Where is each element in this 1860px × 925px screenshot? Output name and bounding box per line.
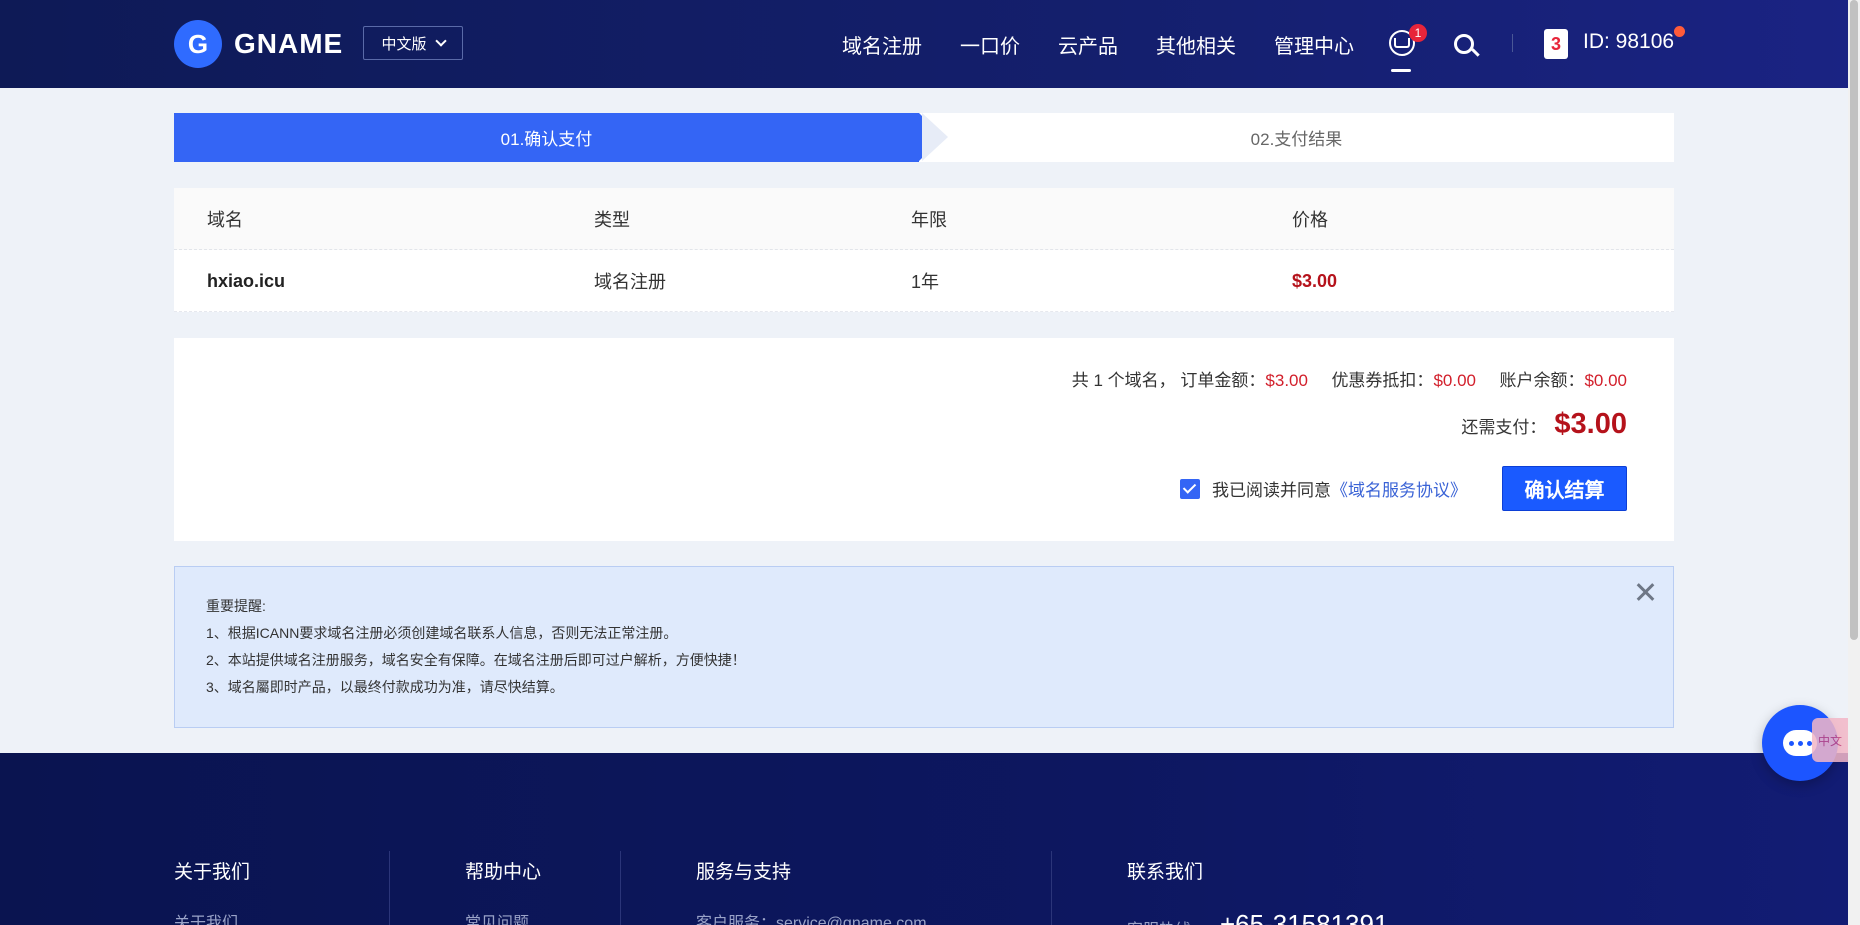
service-agreement-link[interactable]: 《域名服务协议》 [1331, 476, 1467, 501]
col-years: 年限 [911, 210, 947, 230]
notice-title: 重要提醒: [206, 598, 266, 614]
notice-line-2: 2、本站提供域名注册服务，域名安全有保障。在域名注册后即可过户解析，方便快捷！ [206, 652, 746, 668]
order-table: 域名 类型 年限 价格 hxiao.icu 域名注册 1年 $3.00 [174, 188, 1674, 312]
logo-text: GNAME [234, 28, 344, 59]
notice-line-1: 1、根据ICANN要求域名注册必须创建域名联系人信息，否则无法正常注册。 [206, 625, 678, 641]
amount-due: 还需支付： $3.00 [1461, 408, 1627, 441]
top-header: G GNAME 中文版 域名注册 一口价 云产品 其他相关 管理中心 1 3 I… [0, 0, 1848, 88]
footer-divider [620, 851, 621, 925]
price-cell: $3.00 [1292, 270, 1338, 291]
chevron-down-icon [434, 35, 447, 47]
col-price: 价格 [1292, 210, 1328, 230]
amount-due-label: 还需支付： [1461, 418, 1547, 437]
footer-faq-link[interactable]: 常见问题 [465, 909, 529, 925]
footer-support-title: 服务与支持 [696, 862, 792, 883]
header-divider [1512, 34, 1513, 52]
chat-language-tab[interactable]: 中文 [1812, 718, 1848, 762]
nav-other[interactable]: 其他相关 [1156, 30, 1236, 59]
domain-count: 共 1 个域名， [1071, 371, 1176, 390]
language-select[interactable]: 中文版 [363, 26, 463, 60]
amount-due-value: $3.00 [1554, 408, 1627, 440]
cart-button[interactable]: 1 [1389, 24, 1427, 58]
agree-checkbox[interactable] [1180, 478, 1200, 499]
user-card-icon[interactable]: 3 [1544, 29, 1568, 59]
order-amount: $3.00 [1265, 371, 1308, 390]
nav-cloud-products[interactable]: 云产品 [1058, 30, 1118, 59]
footer-divider [1051, 851, 1052, 925]
search-icon[interactable] [1454, 34, 1474, 54]
nav-fixed-price[interactable]: 一口价 [960, 30, 1020, 59]
hotline-number: +65-31581391 [1220, 909, 1389, 925]
balance-label: 账户余额： [1499, 371, 1585, 390]
step-confirm-payment: 01.确认支付 [174, 113, 943, 162]
table-row: hxiao.icu 域名注册 1年 $3.00 [174, 250, 1674, 312]
logo[interactable]: G GNAME [174, 20, 343, 68]
table-header: 域名 类型 年限 价格 [174, 188, 1674, 250]
order-summary: 共 1 个域名， 订单金额：$3.00 优惠券抵扣：$0.00 账户余额：$0.… [174, 338, 1674, 541]
nav-domain-register[interactable]: 域名注册 [842, 30, 922, 59]
balance-amount: $0.00 [1584, 371, 1627, 390]
type-cell: 域名注册 [594, 272, 666, 292]
footer-about-title: 关于我们 [174, 862, 251, 883]
footer-about-link[interactable]: 关于我们 [174, 909, 238, 925]
hotline-label: 客服热线： [1127, 916, 1207, 925]
language-label: 中文版 [381, 35, 427, 53]
footer: 关于我们 关于我们 帮助中心 常见问题 服务与支持 客户服务：service@g… [0, 753, 1848, 925]
important-notice: 重要提醒: 1、根据ICANN要求域名注册必须创建域名联系人信息，否则无法正常注… [174, 566, 1674, 728]
agree-text: 我已阅读并同意 [1212, 481, 1331, 500]
cart-active-indicator [1391, 69, 1411, 72]
order-amount-label: 订单金额： [1180, 371, 1266, 390]
footer-divider [389, 851, 390, 925]
user-id[interactable]: ID: 98106 [1583, 30, 1674, 54]
footer-service-email[interactable]: 客户服务：service@gname.com [696, 909, 927, 925]
cart-count-badge: 1 [1409, 24, 1427, 42]
gname-logo-icon: G [174, 20, 222, 68]
main-nav: 域名注册 一口价 云产品 其他相关 管理中心 [842, 30, 1354, 59]
page-scrollbar[interactable] [1848, 0, 1860, 925]
close-icon[interactable] [1633, 580, 1657, 604]
domain-cell: hxiao.icu [207, 270, 286, 291]
notice-body: 重要提醒: 1、根据ICANN要求域名注册必须创建域名联系人信息，否则无法正常注… [206, 593, 746, 701]
coupon-label: 优惠券抵扣： [1331, 371, 1434, 390]
years-cell: 1年 [911, 272, 940, 292]
nav-management-center[interactable]: 管理中心 [1274, 30, 1354, 59]
coupon-amount: $0.00 [1433, 371, 1476, 390]
col-type: 类型 [594, 210, 630, 230]
agreement-row: 我已阅读并同意 《域名服务协议》 [1180, 476, 1467, 501]
col-domain: 域名 [207, 210, 243, 230]
scrollbar-thumb[interactable] [1850, 0, 1858, 640]
notice-line-3: 3、域名屬即时产品，以最终付款成功为准，请尽快结算。 [206, 679, 564, 695]
checkout-steps: 01.确认支付 02.支付结果 [174, 113, 1674, 162]
confirm-checkout-button[interactable]: 确认结算 [1502, 466, 1627, 511]
footer-contact-title: 联系我们 [1127, 862, 1204, 883]
notification-dot [1674, 26, 1685, 37]
summary-line: 共 1 个域名， 订单金额：$3.00 优惠券抵扣：$0.00 账户余额：$0.… [1072, 366, 1627, 391]
footer-help-title: 帮助中心 [465, 862, 542, 883]
step-payment-result: 02.支付结果 [1250, 130, 1343, 149]
